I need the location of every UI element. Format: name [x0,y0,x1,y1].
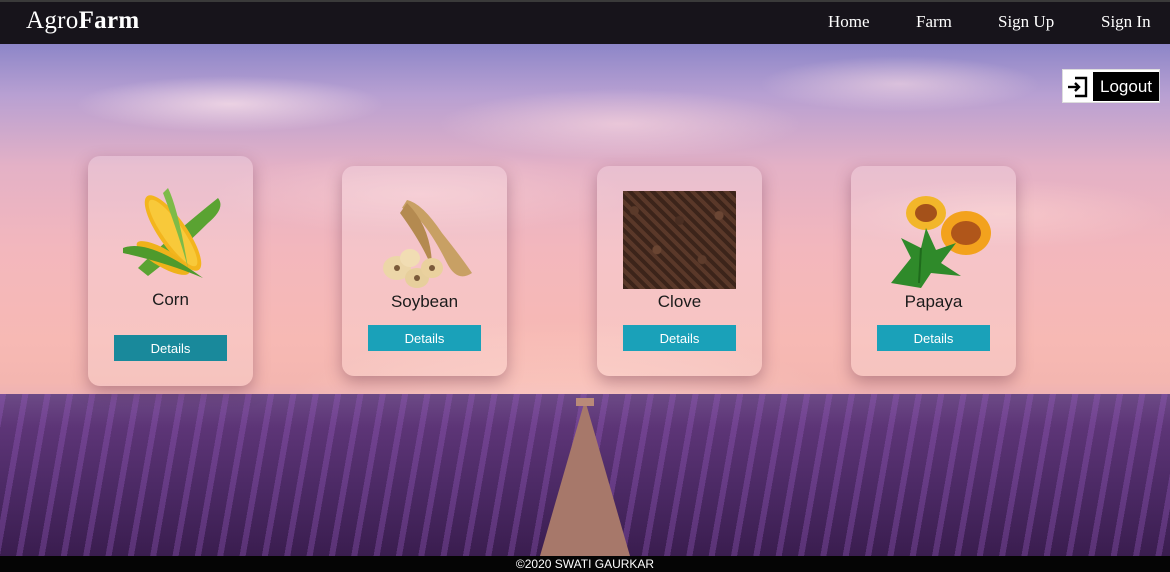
brand-prefix: Agro [26,7,79,34]
papaya-image [891,196,991,288]
product-card-soybean: Soybean Details [342,166,507,376]
logout-button[interactable]: Logout [1062,69,1160,103]
clove-image [623,191,736,289]
soybean-image [383,200,472,288]
nav-farm-link[interactable]: Farm [916,12,952,32]
card-title-clove: Clove [657,292,702,311]
brand-bold: Farm [78,7,140,34]
corn-details-button[interactable]: Details [114,335,227,361]
product-card-clove: Clove Details [597,166,762,376]
field-path [540,400,630,556]
field-path-top [576,398,594,406]
papaya-details-button[interactable]: Details [877,325,990,351]
brand-logo[interactable]: AgroFarm [26,7,140,35]
nav-home-link[interactable]: Home [828,12,870,32]
clove-details-button[interactable]: Details [623,325,736,351]
card-title-papaya: Papaya [904,292,963,311]
product-card-papaya: Papaya Details [851,166,1016,376]
footer-copyright: ©2020 SWATI GAURKAR [515,557,655,571]
corn-image [123,188,221,278]
logout-icon [1068,76,1088,98]
card-title-soybean: Soybean [390,292,459,311]
top-navbar: AgroFarm Home Farm Sign Up Sign In [0,0,1170,44]
nav-signin-link[interactable]: Sign In [1101,12,1151,32]
page-footer: ©2020 SWATI GAURKAR [0,556,1170,572]
card-title-corn: Corn [152,290,189,309]
nav-signup-link[interactable]: Sign Up [998,12,1054,32]
logout-label: Logout [1093,72,1159,101]
product-card-corn: Corn Details [88,156,253,386]
soybean-details-button[interactable]: Details [368,325,481,351]
